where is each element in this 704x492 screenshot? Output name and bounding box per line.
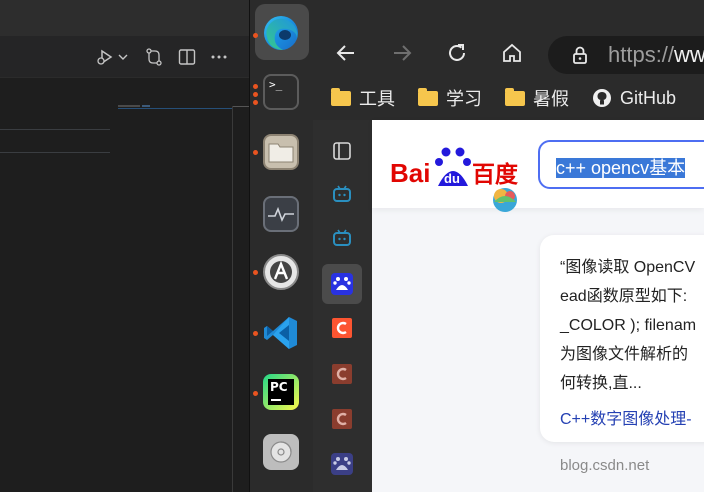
pycharm-underline	[271, 399, 281, 401]
vscode-titlebar	[0, 0, 249, 36]
pycharm-glyph: PC	[270, 380, 288, 394]
music-icon[interactable]	[263, 434, 299, 470]
minimap-slider[interactable]	[232, 106, 249, 107]
edge-icon[interactable]	[260, 12, 302, 54]
bookmark-github[interactable]: GitHub	[592, 86, 676, 110]
url-text[interactable]: https://ww	[608, 42, 704, 68]
url-host: ww	[674, 42, 704, 67]
tab-actions-icon[interactable]	[331, 140, 353, 162]
running-indicator	[253, 33, 258, 38]
desktop: >_ PC https://ww 工具 学习 暑假 GitHub Bai du …	[0, 0, 704, 492]
bookmark-folder-summer[interactable]: 暑假	[505, 86, 569, 110]
lock-icon[interactable]	[570, 45, 590, 65]
running-indicator	[253, 92, 258, 97]
minimap-line	[142, 105, 150, 107]
reload-button[interactable]	[442, 38, 472, 68]
running-indicator	[253, 100, 258, 105]
github-icon	[592, 88, 612, 108]
bilibili-icon[interactable]	[331, 227, 353, 249]
editor-divider	[0, 152, 110, 153]
folder-icon	[418, 87, 438, 106]
bilibili-icon[interactable]	[331, 183, 353, 205]
bookmark-folder-study[interactable]: 学习	[418, 86, 482, 110]
baidu-icon[interactable]	[331, 273, 353, 295]
folder-icon	[331, 87, 351, 106]
running-indicator	[253, 270, 258, 275]
result-card[interactable]: “图像读取 OpenCV ead函数原型如下: _COLOR ); filena…	[540, 235, 704, 442]
home-button[interactable]	[497, 38, 527, 68]
terminal-prompt-glyph: >_	[269, 78, 283, 91]
bookmarks-bar: 工具 学习 暑假 GitHub	[313, 78, 704, 120]
snippet-line: ead函数原型如下:	[560, 288, 688, 305]
vscode-icon[interactable]	[263, 315, 299, 351]
back-button[interactable]	[331, 38, 361, 68]
search-query-selected: c++ opencv基本	[556, 158, 686, 178]
url-scheme: https://	[608, 42, 675, 67]
snippet-line: _COLOR ); filenam	[560, 317, 697, 334]
search-query: c++ opencv基本	[556, 154, 686, 180]
pycharm-icon[interactable]: PC	[263, 374, 299, 410]
snippet-line: 为图像文件解析的	[560, 346, 689, 363]
bookmark-label: GitHub	[620, 87, 677, 108]
running-indicator	[253, 331, 258, 336]
more-actions-icon[interactable]	[208, 46, 230, 68]
result-source[interactable]: blog.csdn.net	[560, 457, 649, 474]
chevron-down-icon[interactable]	[116, 46, 130, 68]
forward-button[interactable]	[387, 38, 417, 68]
csdn-icon[interactable]	[331, 317, 353, 339]
result-link[interactable]: C++数字图像处理-	[560, 405, 692, 429]
folder-icon	[505, 87, 525, 106]
dock: >_ PC	[249, 0, 313, 492]
vscode-window	[0, 0, 249, 492]
search-input[interactable]: c++ opencv基本	[538, 140, 704, 189]
bookmark-label: 暑假	[533, 89, 569, 109]
baidu-icon[interactable]	[331, 453, 353, 475]
csdn-icon[interactable]	[331, 408, 353, 430]
snippet-line: “图像读取 OpenCV	[560, 259, 696, 276]
running-indicator	[253, 150, 258, 155]
minimap-line	[118, 108, 232, 109]
baidu-header: Bai du 百度 c++ opencv基本	[372, 120, 704, 212]
running-indicator	[253, 391, 258, 396]
snippet-line: 何转换,直...	[560, 375, 642, 392]
files-icon[interactable]	[263, 134, 299, 170]
svg-text:Bai: Bai	[390, 158, 430, 188]
editor-divider	[0, 129, 110, 130]
svg-text:du: du	[444, 171, 460, 186]
software-icon[interactable]	[263, 254, 299, 290]
web-page: Bai du 百度 c++ opencv基本 “图像读取 OpenCV ead函…	[372, 120, 704, 492]
running-indicator	[253, 84, 258, 89]
result-snippet: “图像读取 OpenCV ead函数原型如下: _COLOR ); filena…	[560, 253, 704, 398]
bookmark-label: 学习	[446, 89, 482, 109]
csdn-icon[interactable]	[331, 363, 353, 385]
minimap-line	[118, 105, 140, 107]
vertical-tabs	[313, 120, 372, 492]
browser-window: https://ww 工具 学习 暑假 GitHub Bai du 百度 c++…	[313, 0, 704, 492]
system-monitor-icon[interactable]	[263, 196, 299, 232]
scrollbar-track[interactable]	[232, 106, 233, 492]
baidu-logo[interactable]: Bai du 百度	[390, 142, 530, 212]
run-debug-icon[interactable]	[94, 46, 116, 68]
source-control-compare-icon[interactable]	[143, 46, 165, 68]
bookmark-label: 工具	[359, 89, 395, 109]
bookmark-folder-tools[interactable]: 工具	[331, 86, 395, 110]
editor-area[interactable]	[0, 78, 249, 492]
terminal-icon[interactable]: >_	[263, 74, 299, 110]
address-bar[interactable]: https://ww	[548, 36, 704, 74]
svg-text:百度: 百度	[472, 161, 519, 188]
split-editor-icon[interactable]	[176, 46, 198, 68]
